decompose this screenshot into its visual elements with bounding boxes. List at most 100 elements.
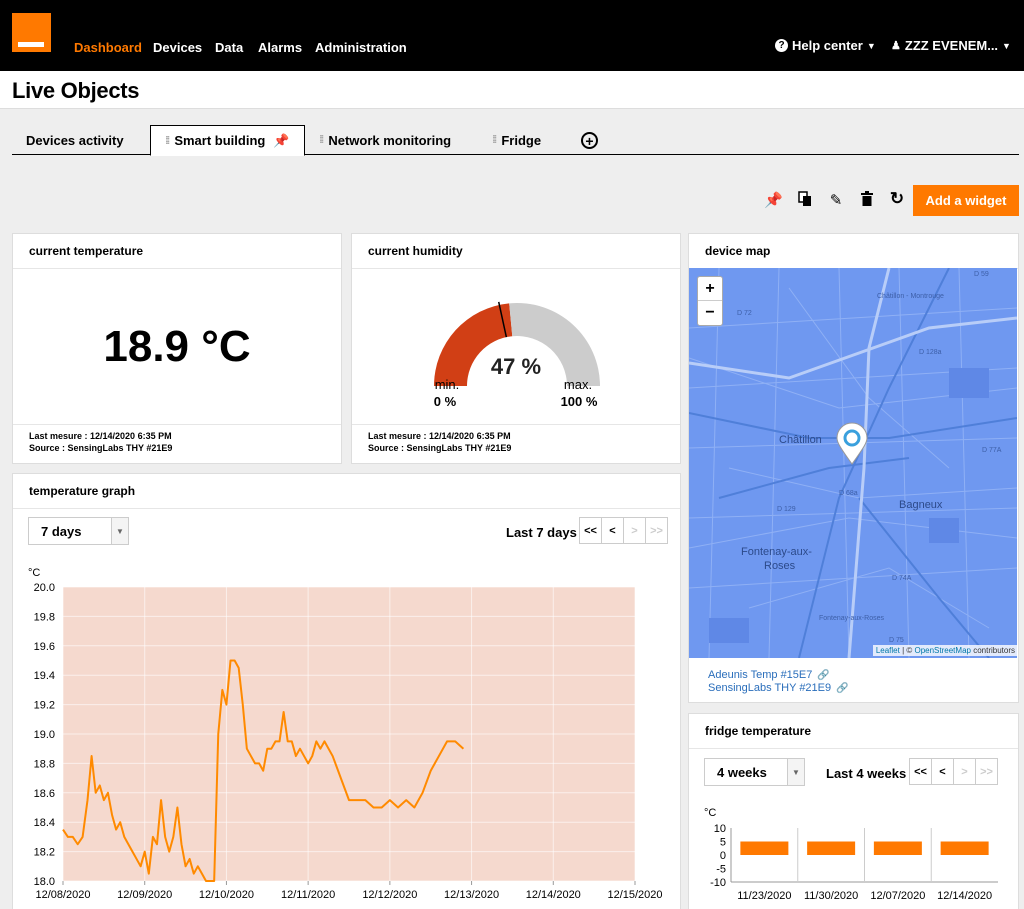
add-tab-icon[interactable]: + [581,132,598,149]
x-tick-label: 12/07/2020 [870,890,925,902]
chevron-down-icon: ▼ [787,759,804,785]
road-label: D 128a [919,349,942,356]
zoom-in-button[interactable]: + [698,277,722,301]
nav-dashboard[interactable]: Dashboard [74,40,142,77]
first-page-button[interactable]: << [579,517,602,544]
tab-devices-activity[interactable]: Devices activity [12,125,138,155]
copy-icon[interactable] [796,191,814,211]
humidity-value: 47 % [490,354,542,379]
add-widget-button[interactable]: Add a widget [913,185,1019,216]
x-tick-label: 12/08/2020 [35,889,90,901]
user-menu[interactable]: ♟ ZZZ EVENEM... ▼ [891,38,1011,53]
page-title: Live Objects [12,78,140,103]
tab-label: Smart building [174,133,266,148]
first-page-button[interactable]: << [909,758,932,785]
widget-title: current humidity [352,234,680,269]
graph-pager: << < > >> [579,517,668,544]
help-center-menu[interactable]: ? Help center ▼ [775,38,876,53]
y-tick-label: 19.8 [34,611,55,623]
previous-page-button[interactable]: < [931,758,954,785]
y-tick-label: -10 [710,877,726,889]
tab-smart-building[interactable]: ⁞⁞ Smart building 📌 [150,125,305,156]
drag-handle-icon[interactable]: ⁞⁞ [492,134,498,146]
fridge-bar [873,841,922,855]
y-tick-label: -5 [716,864,726,876]
link-icon[interactable]: 🔗 [836,683,848,694]
device-link[interactable]: SensingLabs THY #21E9 🔗 [708,682,849,694]
orange-logo[interactable] [12,13,51,52]
last-measure-text: Last mesure : 12/14/2020 6:35 PM [29,431,172,441]
y-unit-label: °C [704,807,716,819]
period-select-value: 4 weeks [717,764,767,780]
fridge-pager: << < > >> [909,758,998,785]
last-page-button[interactable]: >> [645,517,668,544]
widget-title: current temperature [13,234,341,269]
map-zoom-control: + − [697,276,723,326]
nav-data[interactable]: Data [215,40,243,55]
title-bar [0,71,1024,109]
fridge-bar [807,841,856,855]
period-select-value: 7 days [41,523,82,539]
device-link-label: Adeunis Temp #15E7 [708,669,813,681]
place-label: Roses [764,560,796,572]
device-map[interactable]: D 59 D 72 D 128a D 77A D 68a D 129 D 74A… [689,268,1017,658]
map-attribution: Leaflet | © OpenStreetMap contributors [872,645,1018,656]
x-tick-label: 12/13/2020 [444,889,499,901]
gauge-max-label: max. [563,377,593,392]
x-tick-label: 12/15/2020 [607,889,662,901]
y-tick-label: 0 [720,850,726,862]
road-label: D 77A [982,447,1002,454]
device-link-label: SensingLabs THY #21E9 [708,682,832,694]
tab-fridge[interactable]: ⁞⁞ Fridge [478,125,555,155]
fridge-bar-chart: °C 10 50 -5-10 11/23/2020 11/30/2020 12/07/202… [704,807,998,902]
y-tick-label: 18.4 [34,817,55,829]
place-label: Châtillon - Montrouge [877,293,944,300]
humidity-gauge [434,301,600,386]
road-label: D 68a [839,490,858,497]
edit-pencil-icon[interactable]: ✎ [827,191,845,209]
y-tick-label: 18.0 [34,876,55,888]
place-label: Châtillon [779,434,822,446]
temperature-value: 18.9 °C [103,322,251,371]
y-tick-label: 10 [714,823,726,835]
help-center-label: Help center [792,38,863,53]
road-label: D 74A [892,575,912,582]
next-page-button[interactable]: > [953,758,976,785]
tab-network-monitoring[interactable]: ⁞⁞ Network monitoring [305,125,465,155]
last-page-button[interactable]: >> [975,758,998,785]
nav-administration[interactable]: Administration [315,40,407,55]
gauge-min-label: min. [434,377,460,392]
x-tick-label: 12/09/2020 [117,889,172,901]
y-tick-label: 19.6 [34,641,55,653]
fridge-bar [740,841,789,855]
tab-label: Network monitoring [328,132,452,148]
widget-title: temperature graph [13,474,680,509]
nav-alarms[interactable]: Alarms [258,40,302,55]
period-select[interactable]: 7 days ▼ [28,517,129,545]
y-tick-label: 19.2 [34,700,55,712]
pin-icon[interactable]: 📌 [764,191,783,209]
drag-handle-icon[interactable]: ⁞⁞ [319,134,325,146]
drag-handle-icon[interactable]: ⁞⁞ [165,135,171,147]
leaflet-link[interactable]: Leaflet [876,646,900,655]
device-link[interactable]: Adeunis Temp #15E7 🔗 [708,669,830,681]
tab-label: Devices activity [26,132,124,148]
y-unit-label: °C [28,567,40,579]
period-select[interactable]: 4 weeks ▼ [704,758,805,786]
current-temperature-widget: current temperature 18.9 °C Last mesure … [12,233,342,464]
chevron-down-icon: ▼ [866,40,876,51]
attribution-text: contributors [970,646,1015,655]
y-tick-label: 18.8 [34,758,55,770]
nav-devices[interactable]: Devices [153,40,202,55]
gauge-min-value: 0 % [433,394,457,409]
map-marker-icon[interactable] [836,422,868,465]
previous-page-button[interactable]: < [601,517,624,544]
measure-info: Last mesure : 12/14/2020 6:35 PM Source … [368,430,511,454]
trash-icon[interactable] [858,191,876,210]
osm-link[interactable]: OpenStreetMap [914,646,970,655]
zoom-out-button[interactable]: − [698,301,722,325]
pin-icon[interactable]: 📌 [273,133,289,149]
refresh-icon[interactable]: ↻ [888,189,906,209]
link-icon[interactable]: 🔗 [817,670,829,681]
next-page-button[interactable]: > [623,517,646,544]
